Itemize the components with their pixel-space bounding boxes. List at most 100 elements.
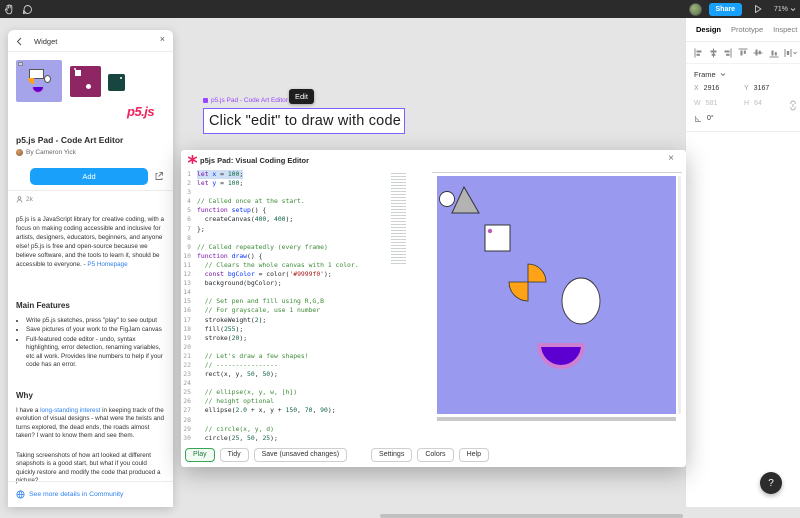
code-line[interactable]: 20 (181, 343, 431, 352)
code-line[interactable]: 18 fill(255); (181, 325, 431, 334)
help-float-button[interactable]: ? (760, 472, 782, 494)
person-icon (16, 196, 23, 203)
chevron-down-icon (790, 7, 796, 12)
p5-canvas-output (437, 176, 676, 414)
code-line[interactable]: 21 // Let's draw a few shapes! (181, 352, 431, 361)
align-top-icon[interactable] (738, 48, 748, 58)
code-line[interactable]: 24 (181, 379, 431, 388)
modal-close-icon[interactable]: × (668, 154, 674, 164)
canvas-horizontal-scrollbar[interactable] (380, 514, 683, 518)
code-minimap[interactable] (391, 173, 406, 265)
properties-panel: Design Prototype Inspect Frame X2916 Y31… (685, 18, 800, 507)
user-avatar[interactable] (689, 3, 702, 16)
pink-dot-shape (488, 229, 492, 233)
tab-design[interactable]: Design (696, 25, 721, 34)
align-left-icon[interactable] (694, 48, 703, 58)
panel-tabs: Design Prototype Inspect (686, 18, 800, 42)
code-line[interactable]: 27 ellipse(2.0 + x, y + 150, 70, 90); (181, 406, 431, 415)
widget-name: p5.js Pad - Code Art Editor (16, 135, 123, 145)
p5-widget-frame[interactable]: Click "edit" to draw with code (203, 108, 405, 134)
sketch-preview (432, 172, 682, 422)
preview-thumbnail-3[interactable] (108, 74, 125, 91)
features-list: Write p5.js sketches, press "play" to se… (26, 317, 166, 370)
align-bottom-icon[interactable] (769, 48, 779, 58)
top-toolbar: Share 71% (0, 0, 800, 18)
close-icon[interactable]: × (160, 34, 165, 44)
feature-item: Write p5.js sketches, press "play" to se… (26, 317, 166, 325)
globe-icon (16, 490, 25, 499)
preview-thumbnail-2[interactable] (70, 66, 101, 97)
interest-link[interactable]: long-standing interest (40, 407, 100, 414)
tab-inspect[interactable]: Inspect (773, 25, 797, 34)
users-count: 2k (16, 196, 33, 203)
y-field[interactable]: Y3167 (744, 85, 794, 92)
save-button[interactable]: Save (unsaved changes) (254, 448, 347, 462)
code-line[interactable]: 17 strokeWeight(2); (181, 316, 431, 325)
code-line[interactable]: 16 // For grayscale, use 1 number (181, 306, 431, 315)
code-line[interactable]: 23 rect(x, y, 50, 50); (181, 370, 431, 379)
panel-footer: See more details in Community (8, 481, 173, 507)
p5-homepage-link[interactable]: P5 Homepage (87, 261, 127, 268)
height-field[interactable]: H64 (744, 100, 794, 107)
code-line[interactable]: 28 (181, 416, 431, 425)
zoom-level: 71% (774, 6, 788, 13)
position-row: X2916 Y3167 (694, 85, 794, 92)
code-line[interactable]: 13 background(bgColor); (181, 279, 431, 288)
align-h-center-icon[interactable] (709, 48, 718, 58)
settings-button[interactable]: Settings (371, 448, 412, 462)
alignment-toolbar (686, 42, 800, 64)
code-line[interactable]: 14 (181, 288, 431, 297)
features-heading: Main Features (16, 301, 70, 310)
p5js-logo: p5.js (127, 104, 154, 119)
editor-toolbar: Play Tidy Save (unsaved changes) Setting… (185, 447, 489, 462)
panel-title: Widget (34, 37, 57, 46)
play-button[interactable]: Play (185, 448, 215, 462)
code-line[interactable]: 12 const bgColor = color('#9999f0'); (181, 270, 431, 279)
code-line[interactable]: 25 // ellipse(x, y, w, [h]) (181, 388, 431, 397)
code-line[interactable]: 22 // ---------------- (181, 361, 431, 370)
small-circle-shape (440, 192, 455, 207)
widget-description: p5.js is a JavaScript library for creati… (16, 216, 166, 269)
modal-title: p5js Pad: Visual Coding Editor (200, 156, 309, 165)
chevron-down-icon (720, 72, 726, 77)
align-right-icon[interactable] (723, 48, 732, 58)
code-line[interactable]: 26 // height optional (181, 397, 431, 406)
comment-icon[interactable] (18, 0, 36, 18)
align-v-center-icon[interactable] (753, 48, 763, 58)
code-line[interactable]: 19 stroke(20); (181, 334, 431, 343)
present-play-icon[interactable] (749, 0, 767, 18)
hand-tool-icon[interactable] (0, 0, 18, 18)
modal-header: p5js Pad: Visual Coding Editor × (181, 150, 686, 170)
widget-text: Click "edit" to draw with code (209, 113, 401, 129)
p5js-asterisk-icon (188, 155, 197, 164)
help-button[interactable]: Help (459, 448, 489, 462)
community-link[interactable]: See more details in Community (29, 491, 123, 498)
preview-horizontal-scrollbar[interactable] (437, 417, 676, 421)
why-paragraph-1: I have a long-standing interest in keepi… (16, 407, 166, 440)
share-widget-icon[interactable] (154, 171, 164, 181)
code-line[interactable]: 15 // Set pen and fill using R,G,B (181, 297, 431, 306)
code-line[interactable]: 30 circle(25, 50, 25); (181, 434, 431, 443)
widget-title-label: p5.js Pad - Code Art Editor - C (203, 97, 303, 104)
coding-editor-modal: p5js Pad: Visual Coding Editor × 1let x … (181, 150, 686, 467)
frame-type-dropdown[interactable]: Frame (694, 70, 726, 79)
tab-prototype[interactable]: Prototype (731, 25, 763, 34)
tidy-button[interactable]: Tidy (220, 448, 249, 462)
preview-thumbnail-1[interactable] (16, 60, 62, 102)
author-byline[interactable]: By Cameron Yick (16, 149, 76, 156)
add-widget-button[interactable]: Add (30, 168, 148, 185)
widget-edit-button[interactable]: Edit (289, 89, 314, 104)
colors-button[interactable]: Colors (417, 448, 453, 462)
constrain-proportions-icon[interactable] (789, 100, 797, 111)
code-line[interactable]: 29 // circle(x, y, d) (181, 425, 431, 434)
share-button[interactable]: Share (709, 3, 742, 16)
size-row: W581 H64 (694, 100, 794, 107)
width-field[interactable]: W581 (694, 100, 744, 107)
why-heading: Why (16, 391, 33, 400)
preview-vertical-scrollbar[interactable] (678, 176, 681, 414)
rotation-field[interactable]: 0° (694, 115, 746, 123)
zoom-menu[interactable]: 71% (774, 6, 796, 13)
x-field[interactable]: X2916 (694, 85, 744, 92)
distribute-menu-icon[interactable] (784, 48, 797, 58)
back-chevron-icon[interactable] (16, 37, 22, 46)
